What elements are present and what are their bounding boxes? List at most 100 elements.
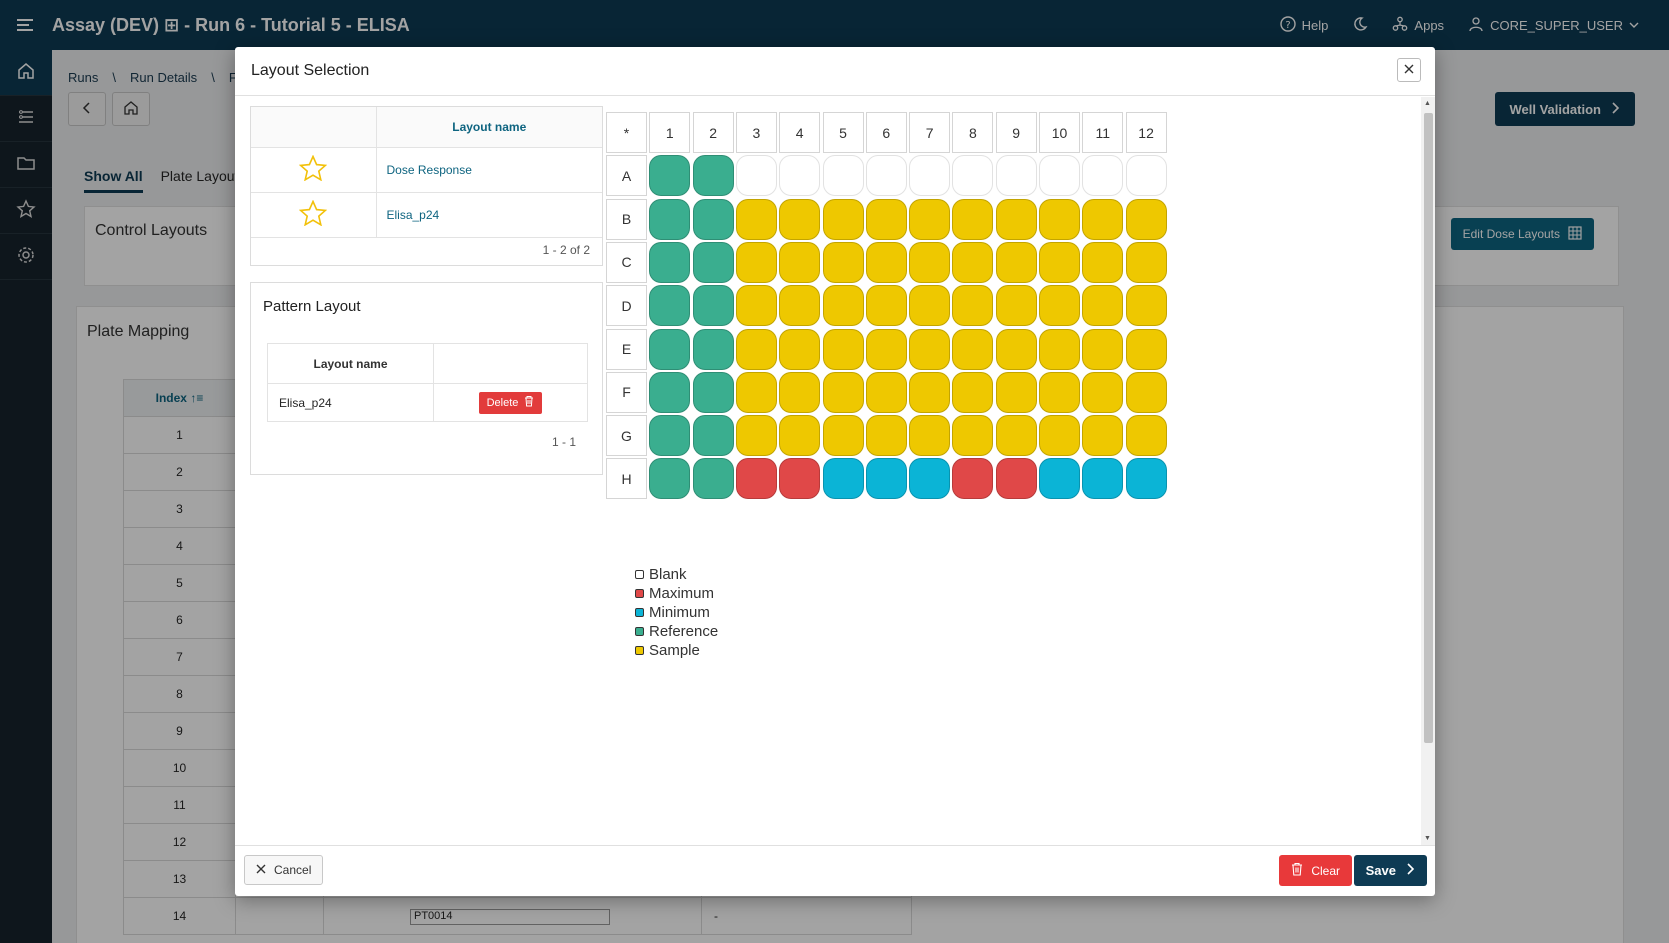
plate-well[interactable] — [995, 241, 1037, 283]
plate-well[interactable] — [1082, 371, 1124, 413]
plate-well[interactable] — [995, 458, 1037, 500]
plate-well[interactable] — [649, 458, 691, 500]
scroll-thumb[interactable] — [1424, 113, 1433, 743]
plate-column-header[interactable]: 5 — [822, 112, 864, 153]
plate-well[interactable] — [909, 328, 951, 370]
plate-row-header[interactable]: B — [606, 198, 647, 240]
plate-well[interactable] — [735, 415, 777, 457]
plate-well[interactable] — [649, 328, 691, 370]
layout-name-link[interactable]: Elisa_p24 — [376, 192, 602, 238]
plate-well[interactable] — [865, 285, 907, 327]
plate-well[interactable] — [909, 458, 951, 500]
plate-well[interactable] — [1125, 371, 1167, 413]
plate-well[interactable] — [779, 155, 821, 197]
plate-well[interactable] — [1082, 198, 1124, 240]
plate-well[interactable] — [995, 198, 1037, 240]
plate-well[interactable] — [952, 458, 994, 500]
plate-well[interactable] — [1125, 285, 1167, 327]
plate-well[interactable] — [1082, 328, 1124, 370]
cancel-button[interactable]: Cancel — [244, 855, 324, 885]
clear-button[interactable]: Clear — [1279, 855, 1352, 886]
plate-well[interactable] — [779, 198, 821, 240]
plate-well[interactable] — [779, 415, 821, 457]
plate-row-header[interactable]: G — [606, 415, 647, 457]
plate-column-header[interactable]: 11 — [1082, 112, 1124, 153]
plate-well[interactable] — [649, 198, 691, 240]
plate-well[interactable] — [692, 241, 734, 283]
plate-well[interactable] — [1125, 458, 1167, 500]
plate-well[interactable] — [735, 198, 777, 240]
plate-well[interactable] — [649, 371, 691, 413]
plate-well[interactable] — [735, 285, 777, 327]
plate-well[interactable] — [995, 328, 1037, 370]
layout-row[interactable]: Elisa_p24 — [251, 192, 602, 238]
plate-well[interactable] — [865, 415, 907, 457]
plate-well[interactable] — [692, 415, 734, 457]
plate-row-header[interactable]: F — [606, 371, 647, 413]
plate-column-header[interactable]: 6 — [865, 112, 907, 153]
plate-well[interactable] — [735, 155, 777, 197]
plate-well[interactable] — [1082, 415, 1124, 457]
plate-well[interactable] — [822, 458, 864, 500]
plate-well[interactable] — [865, 371, 907, 413]
plate-well[interactable] — [692, 458, 734, 500]
plate-well[interactable] — [952, 328, 994, 370]
plate-well[interactable] — [909, 155, 951, 197]
plate-well[interactable] — [735, 241, 777, 283]
plate-well[interactable] — [822, 328, 864, 370]
plate-well[interactable] — [909, 415, 951, 457]
plate-well[interactable] — [822, 415, 864, 457]
plate-well[interactable] — [1039, 415, 1080, 457]
plate-well[interactable] — [649, 285, 691, 327]
plate-corner-header[interactable]: * — [606, 112, 647, 153]
plate-well[interactable] — [1125, 198, 1167, 240]
plate-well[interactable] — [692, 285, 734, 327]
plate-well[interactable] — [779, 285, 821, 327]
star-icon[interactable] — [298, 154, 328, 184]
plate-well[interactable] — [1082, 155, 1124, 197]
plate-row-header[interactable]: H — [606, 458, 647, 500]
plate-column-header[interactable]: 3 — [735, 112, 777, 153]
plate-well[interactable] — [909, 198, 951, 240]
plate-well[interactable] — [779, 241, 821, 283]
plate-well[interactable] — [1125, 415, 1167, 457]
plate-well[interactable] — [865, 328, 907, 370]
plate-well[interactable] — [1039, 155, 1080, 197]
plate-well[interactable] — [1125, 241, 1167, 283]
plate-column-header[interactable]: 2 — [692, 112, 734, 153]
plate-well[interactable] — [822, 241, 864, 283]
plate-well[interactable] — [1039, 458, 1080, 500]
pattern-layout-row[interactable]: Elisa_p24 Delete — [267, 383, 588, 422]
plate-well[interactable] — [649, 415, 691, 457]
plate-well[interactable] — [649, 155, 691, 197]
plate-column-header[interactable]: 4 — [779, 112, 821, 153]
plate-well[interactable] — [952, 198, 994, 240]
plate-well[interactable] — [952, 155, 994, 197]
plate-row-header[interactable]: D — [606, 285, 647, 327]
plate-well[interactable] — [909, 241, 951, 283]
plate-well[interactable] — [692, 371, 734, 413]
plate-well[interactable] — [1039, 198, 1080, 240]
plate-well[interactable] — [995, 415, 1037, 457]
plate-well[interactable] — [822, 371, 864, 413]
plate-well[interactable] — [952, 371, 994, 413]
plate-well[interactable] — [909, 371, 951, 413]
plate-well[interactable] — [865, 458, 907, 500]
layout-name-column-header[interactable]: Layout name — [376, 107, 602, 148]
delete-button[interactable]: Delete — [478, 391, 543, 414]
plate-well[interactable] — [649, 241, 691, 283]
plate-well[interactable] — [692, 155, 734, 197]
scroll-down-arrow[interactable]: ▼ — [1424, 835, 1431, 842]
plate-well[interactable] — [1082, 458, 1124, 500]
plate-row-header[interactable]: A — [606, 155, 647, 197]
plate-well[interactable] — [1039, 241, 1080, 283]
plate-well[interactable] — [952, 241, 994, 283]
plate-well[interactable] — [952, 415, 994, 457]
plate-well[interactable] — [1082, 285, 1124, 327]
plate-column-header[interactable]: 8 — [952, 112, 994, 153]
plate-row-header[interactable]: E — [606, 328, 647, 370]
plate-column-header[interactable]: 10 — [1039, 112, 1080, 153]
plate-well[interactable] — [865, 155, 907, 197]
plate-well[interactable] — [735, 371, 777, 413]
plate-well[interactable] — [1125, 328, 1167, 370]
